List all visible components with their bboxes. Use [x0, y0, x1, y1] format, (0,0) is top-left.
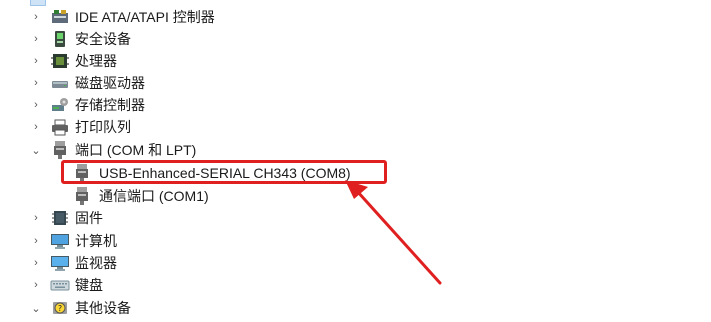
tree-child-com1[interactable]: 通信端口 (COM1)	[0, 185, 711, 207]
processor-icon	[51, 54, 69, 68]
tree-item-security[interactable]: › 安全设备	[0, 28, 711, 50]
ide-controller-icon	[52, 10, 68, 23]
tree-item-label: 安全设备	[75, 31, 131, 47]
tree-item-keyboards[interactable]: › 键盘	[0, 274, 711, 296]
tree-item-ide[interactable]: › IDE ATA/ATAPI 控制器	[0, 6, 711, 28]
device-manager-tree: › IDE ATA/ATAPI 控制器 › 安全设备 › 处理器 › 磁盘驱动器…	[0, 0, 711, 322]
tree-item-ports[interactable]: ⌄ 端口 (COM 和 LPT)	[0, 139, 711, 161]
chevron-right-icon[interactable]: ›	[30, 235, 42, 247]
tree-item-other-devices[interactable]: ⌄ ? 其他设备	[0, 297, 711, 319]
tree-item-monitors[interactable]: › 监视器	[0, 252, 711, 274]
storage-controller-icon	[52, 98, 68, 111]
chevron-right-icon[interactable]: ›	[30, 279, 42, 291]
tree-item-label: 通信端口 (COM1)	[99, 188, 209, 204]
chevron-down-icon[interactable]: ⌄	[30, 302, 42, 315]
security-device-icon	[55, 31, 65, 47]
keyboard-icon	[50, 280, 70, 291]
chevron-right-icon[interactable]: ›	[30, 33, 42, 45]
chevron-right-icon[interactable]: ›	[30, 77, 42, 89]
tree-item-label: 固件	[75, 210, 103, 226]
tree-item-label: 计算机	[75, 233, 117, 249]
tree-item-disk-drives[interactable]: › 磁盘驱动器	[0, 72, 711, 94]
tree-item-label: 监视器	[75, 255, 117, 271]
tree-item-computer[interactable]: › 计算机	[0, 230, 711, 252]
printer-icon	[52, 119, 68, 136]
tree-item-print-queues[interactable]: › 打印队列	[0, 116, 711, 138]
port-icon	[76, 187, 88, 205]
chevron-right-icon[interactable]: ›	[30, 11, 42, 23]
chevron-right-icon[interactable]: ›	[30, 257, 42, 269]
chevron-right-icon[interactable]: ›	[30, 99, 42, 111]
svg-text:?: ?	[58, 304, 62, 313]
chevron-right-icon[interactable]: ›	[30, 55, 42, 67]
tree-item-storage-controllers[interactable]: › 存储控制器	[0, 94, 711, 116]
tree-item-label: 打印队列	[75, 119, 131, 135]
computer-icon	[51, 234, 69, 249]
tree-item-firmware[interactable]: › 固件	[0, 207, 711, 229]
tree-item-label: IDE ATA/ATAPI 控制器	[75, 9, 215, 25]
chevron-right-icon[interactable]: ›	[30, 212, 42, 224]
chevron-right-icon[interactable]: ›	[30, 121, 42, 133]
disk-drive-icon	[52, 81, 68, 88]
tree-item-label: 键盘	[75, 277, 103, 293]
tree-item-label: 其他设备	[75, 300, 131, 316]
tree-item-label: 处理器	[75, 53, 117, 69]
tree-item-label: 端口 (COM 和 LPT)	[75, 142, 197, 158]
tree-item-processor[interactable]: › 处理器	[0, 50, 711, 72]
port-icon	[54, 141, 66, 159]
warning-device-icon: ?	[53, 302, 67, 314]
tree-item-label: 磁盘驱动器	[75, 75, 145, 91]
annotation-highlight-box	[61, 160, 387, 184]
firmware-icon	[52, 211, 68, 225]
chevron-down-icon[interactable]: ⌄	[30, 144, 42, 157]
tree-item-label: 存储控制器	[75, 97, 145, 113]
monitor-icon	[51, 256, 69, 271]
